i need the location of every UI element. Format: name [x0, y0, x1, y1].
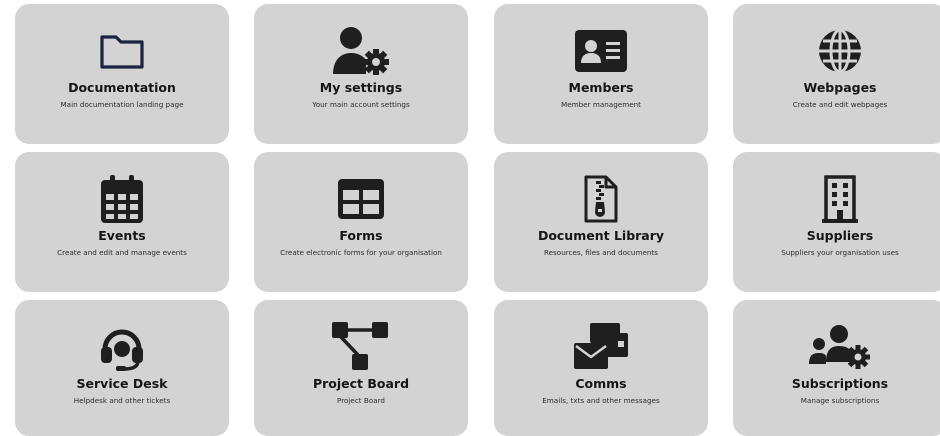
tile-title: Service Desk: [76, 376, 168, 391]
tile-members[interactable]: Members Member management: [494, 4, 708, 144]
tile-title: Comms: [575, 376, 627, 391]
tile-description: Create and edit webpages: [792, 100, 888, 109]
user-gear-icon: [254, 26, 468, 76]
tile-events[interactable]: Events Create and edit and manage events: [15, 152, 229, 292]
tile-description: Manage subscriptions: [800, 396, 880, 405]
tile-title: My settings: [319, 80, 403, 95]
building-icon: [733, 174, 940, 224]
tile-title: Events: [98, 228, 146, 243]
tile-documentation[interactable]: Documentation Main documentation landing…: [15, 4, 229, 144]
sitemap-icon: [254, 322, 468, 372]
tile-title: Suppliers: [806, 228, 874, 243]
tile-subscriptions[interactable]: Subscriptions Manage subscriptions: [733, 300, 940, 436]
headset-icon: [15, 322, 229, 372]
tile-comms[interactable]: Comms Emails, txts and other messages: [494, 300, 708, 436]
tile-description: Suppliers your organisation uses: [781, 248, 899, 257]
tile-description: Your main account settings: [312, 100, 410, 109]
tile-suppliers[interactable]: Suppliers Suppliers your organisation us…: [733, 152, 940, 292]
tile-forms[interactable]: Forms Create electronic forms for your o…: [254, 152, 468, 292]
tile-title: Documentation: [68, 80, 176, 95]
file-zipper-icon: [494, 174, 708, 224]
table-icon: [254, 174, 468, 224]
calendar-icon: [15, 174, 229, 224]
tile-webpages[interactable]: Webpages Create and edit webpages: [733, 4, 940, 144]
tile-description: Helpdesk and other tickets: [73, 396, 171, 405]
tile-description: Resources, files and documents: [543, 248, 659, 257]
tile-project-board[interactable]: Project Board Project Board: [254, 300, 468, 436]
tile-title: Project Board: [312, 376, 410, 391]
id-card-icon: [494, 26, 708, 76]
users-cog-icon: [733, 322, 940, 372]
tile-description: Main documentation landing page: [60, 100, 184, 109]
tile-title: Members: [568, 80, 634, 95]
folder-icon: [15, 26, 229, 76]
tile-description: Create and edit and manage events: [57, 248, 187, 257]
tile-service-desk[interactable]: Service Desk Helpdesk and other tickets: [15, 300, 229, 436]
globe-icon: [733, 26, 940, 76]
mail-bulk-icon: [494, 322, 708, 372]
tile-description: Emails, txts and other messages: [542, 396, 660, 405]
tile-description: Create electronic forms for your organis…: [280, 248, 442, 257]
tile-title: Subscriptions: [791, 376, 889, 391]
tile-title: Forms: [339, 228, 383, 243]
tile-title: Document Library: [537, 228, 665, 243]
tile-title: Webpages: [803, 80, 877, 95]
tile-document-library[interactable]: Document Library Resources, files and do…: [494, 152, 708, 292]
tile-my-settings[interactable]: My settings Your main account settings: [254, 4, 468, 144]
tile-description: Member management: [561, 100, 641, 109]
tile-description: Project Board: [337, 396, 385, 405]
